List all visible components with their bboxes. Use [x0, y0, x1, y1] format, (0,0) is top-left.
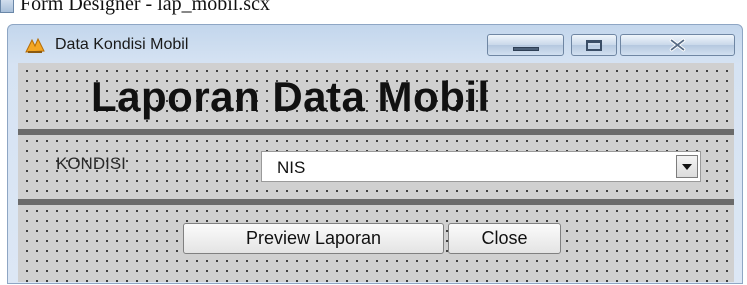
preview-report-button[interactable]: Preview Laporan — [183, 223, 444, 254]
form-designer-canvas: Form Designer - lap_mobil.scx Data Kondi… — [0, 0, 747, 285]
window-title: Data Kondisi Mobil — [55, 36, 189, 53]
app-icon — [24, 37, 46, 55]
window-titlebar[interactable]: Data Kondisi Mobil — [8, 25, 742, 63]
close-form-button[interactable]: Close — [448, 223, 561, 254]
maximize-icon — [586, 40, 602, 51]
kondisi-label: KONDISI — [56, 154, 126, 173]
designer-title: Form Designer - lap_mobil.scx — [0, 0, 270, 16]
divider-line — [18, 129, 734, 135]
report-heading: Laporan Data Mobil — [91, 73, 490, 120]
divider-line — [18, 199, 734, 205]
form-window: Data Kondisi Mobil Laporan Data Mobil KO… — [7, 24, 743, 284]
chevron-down-icon — [682, 164, 692, 170]
kondisi-combobox[interactable]: NIS — [261, 151, 701, 182]
close-icon — [669, 38, 686, 52]
designer-title-text: Form Designer - lap_mobil.scx — [20, 0, 270, 15]
minimize-icon — [512, 47, 539, 51]
close-window-button[interactable] — [620, 34, 735, 56]
form-body: Laporan Data Mobil KONDISI NIS Preview L… — [18, 63, 734, 282]
minimize-button[interactable] — [487, 34, 564, 56]
dropdown-button[interactable] — [676, 155, 698, 178]
maximize-button[interactable] — [571, 34, 617, 56]
document-icon — [0, 0, 14, 13]
kondisi-combobox-value: NIS — [277, 158, 306, 177]
